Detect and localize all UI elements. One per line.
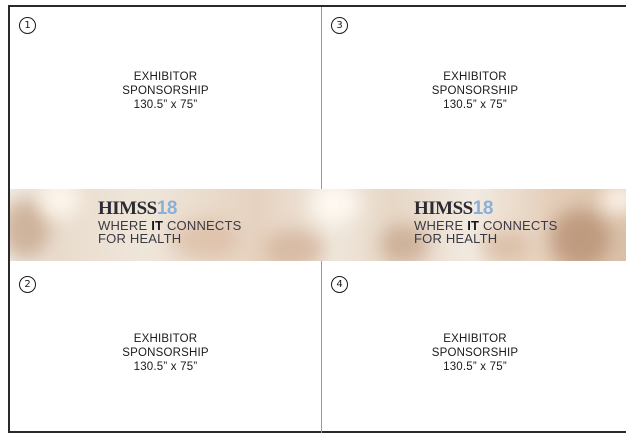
panel-label-line2: SPONSORSHIP bbox=[431, 347, 519, 359]
panel-number-badge: 1 bbox=[19, 17, 36, 34]
panel-2: 2 EXHIBITOR SPONSORSHIP 130.5” x 75” bbox=[10, 261, 322, 433]
logo-year: 18 bbox=[472, 198, 494, 219]
panel-label-line1: EXHIBITOR bbox=[133, 71, 198, 83]
himss-banner: HIMSS18 WHERE IT CONNECTS FOR HEALTH HIM… bbox=[10, 189, 626, 261]
panel-number-badge: 3 bbox=[331, 17, 348, 34]
panel-number-badge: 2 bbox=[19, 276, 36, 293]
panel-label-line2: SPONSORSHIP bbox=[122, 85, 209, 97]
logo-brand: HIMSS bbox=[98, 198, 157, 219]
panel-label-line1: EXHIBITOR bbox=[443, 71, 507, 83]
logo-tagline-line2: FOR HEALTH bbox=[98, 231, 182, 246]
logo-tagline-line2: FOR HEALTH bbox=[414, 231, 498, 246]
panel-size: 130.5” x 75” bbox=[133, 99, 198, 111]
panel-size: 130.5” x 75” bbox=[443, 361, 507, 373]
panel-3: 3 EXHIBITOR SPONSORSHIP 130.5” x 75” bbox=[322, 7, 626, 189]
panel-label: EXHIBITOR SPONSORSHIP 130.5” x 75” bbox=[322, 332, 626, 374]
panel-label: EXHIBITOR SPONSORSHIP 130.5” x 75” bbox=[10, 70, 321, 112]
panel-label-line2: SPONSORSHIP bbox=[431, 85, 519, 97]
layout-diagram: 1 EXHIBITOR SPONSORSHIP 130.5” x 75” 3 E… bbox=[8, 5, 626, 433]
panel-label: EXHIBITOR SPONSORSHIP 130.5” x 75” bbox=[10, 332, 321, 374]
himss18-logo: HIMSS18 WHERE IT CONNECTS FOR HEALTH bbox=[414, 198, 558, 246]
logo-brand: HIMSS bbox=[414, 198, 473, 219]
panel-label-line1: EXHIBITOR bbox=[133, 333, 198, 345]
panel-size: 130.5” x 75” bbox=[443, 99, 507, 111]
panel-size: 130.5” x 75” bbox=[133, 361, 198, 373]
panel-label-line2: SPONSORSHIP bbox=[122, 347, 209, 359]
panel-number-badge: 4 bbox=[331, 276, 348, 293]
panel-label: EXHIBITOR SPONSORSHIP 130.5” x 75” bbox=[322, 70, 626, 112]
panel-4: 4 EXHIBITOR SPONSORSHIP 130.5” x 75” bbox=[322, 261, 626, 433]
panel-label-line1: EXHIBITOR bbox=[443, 333, 507, 345]
logo-year: 18 bbox=[156, 198, 178, 219]
himss18-logo: HIMSS18 WHERE IT CONNECTS FOR HEALTH bbox=[98, 198, 242, 246]
panel-1: 1 EXHIBITOR SPONSORSHIP 130.5” x 75” bbox=[10, 7, 322, 189]
